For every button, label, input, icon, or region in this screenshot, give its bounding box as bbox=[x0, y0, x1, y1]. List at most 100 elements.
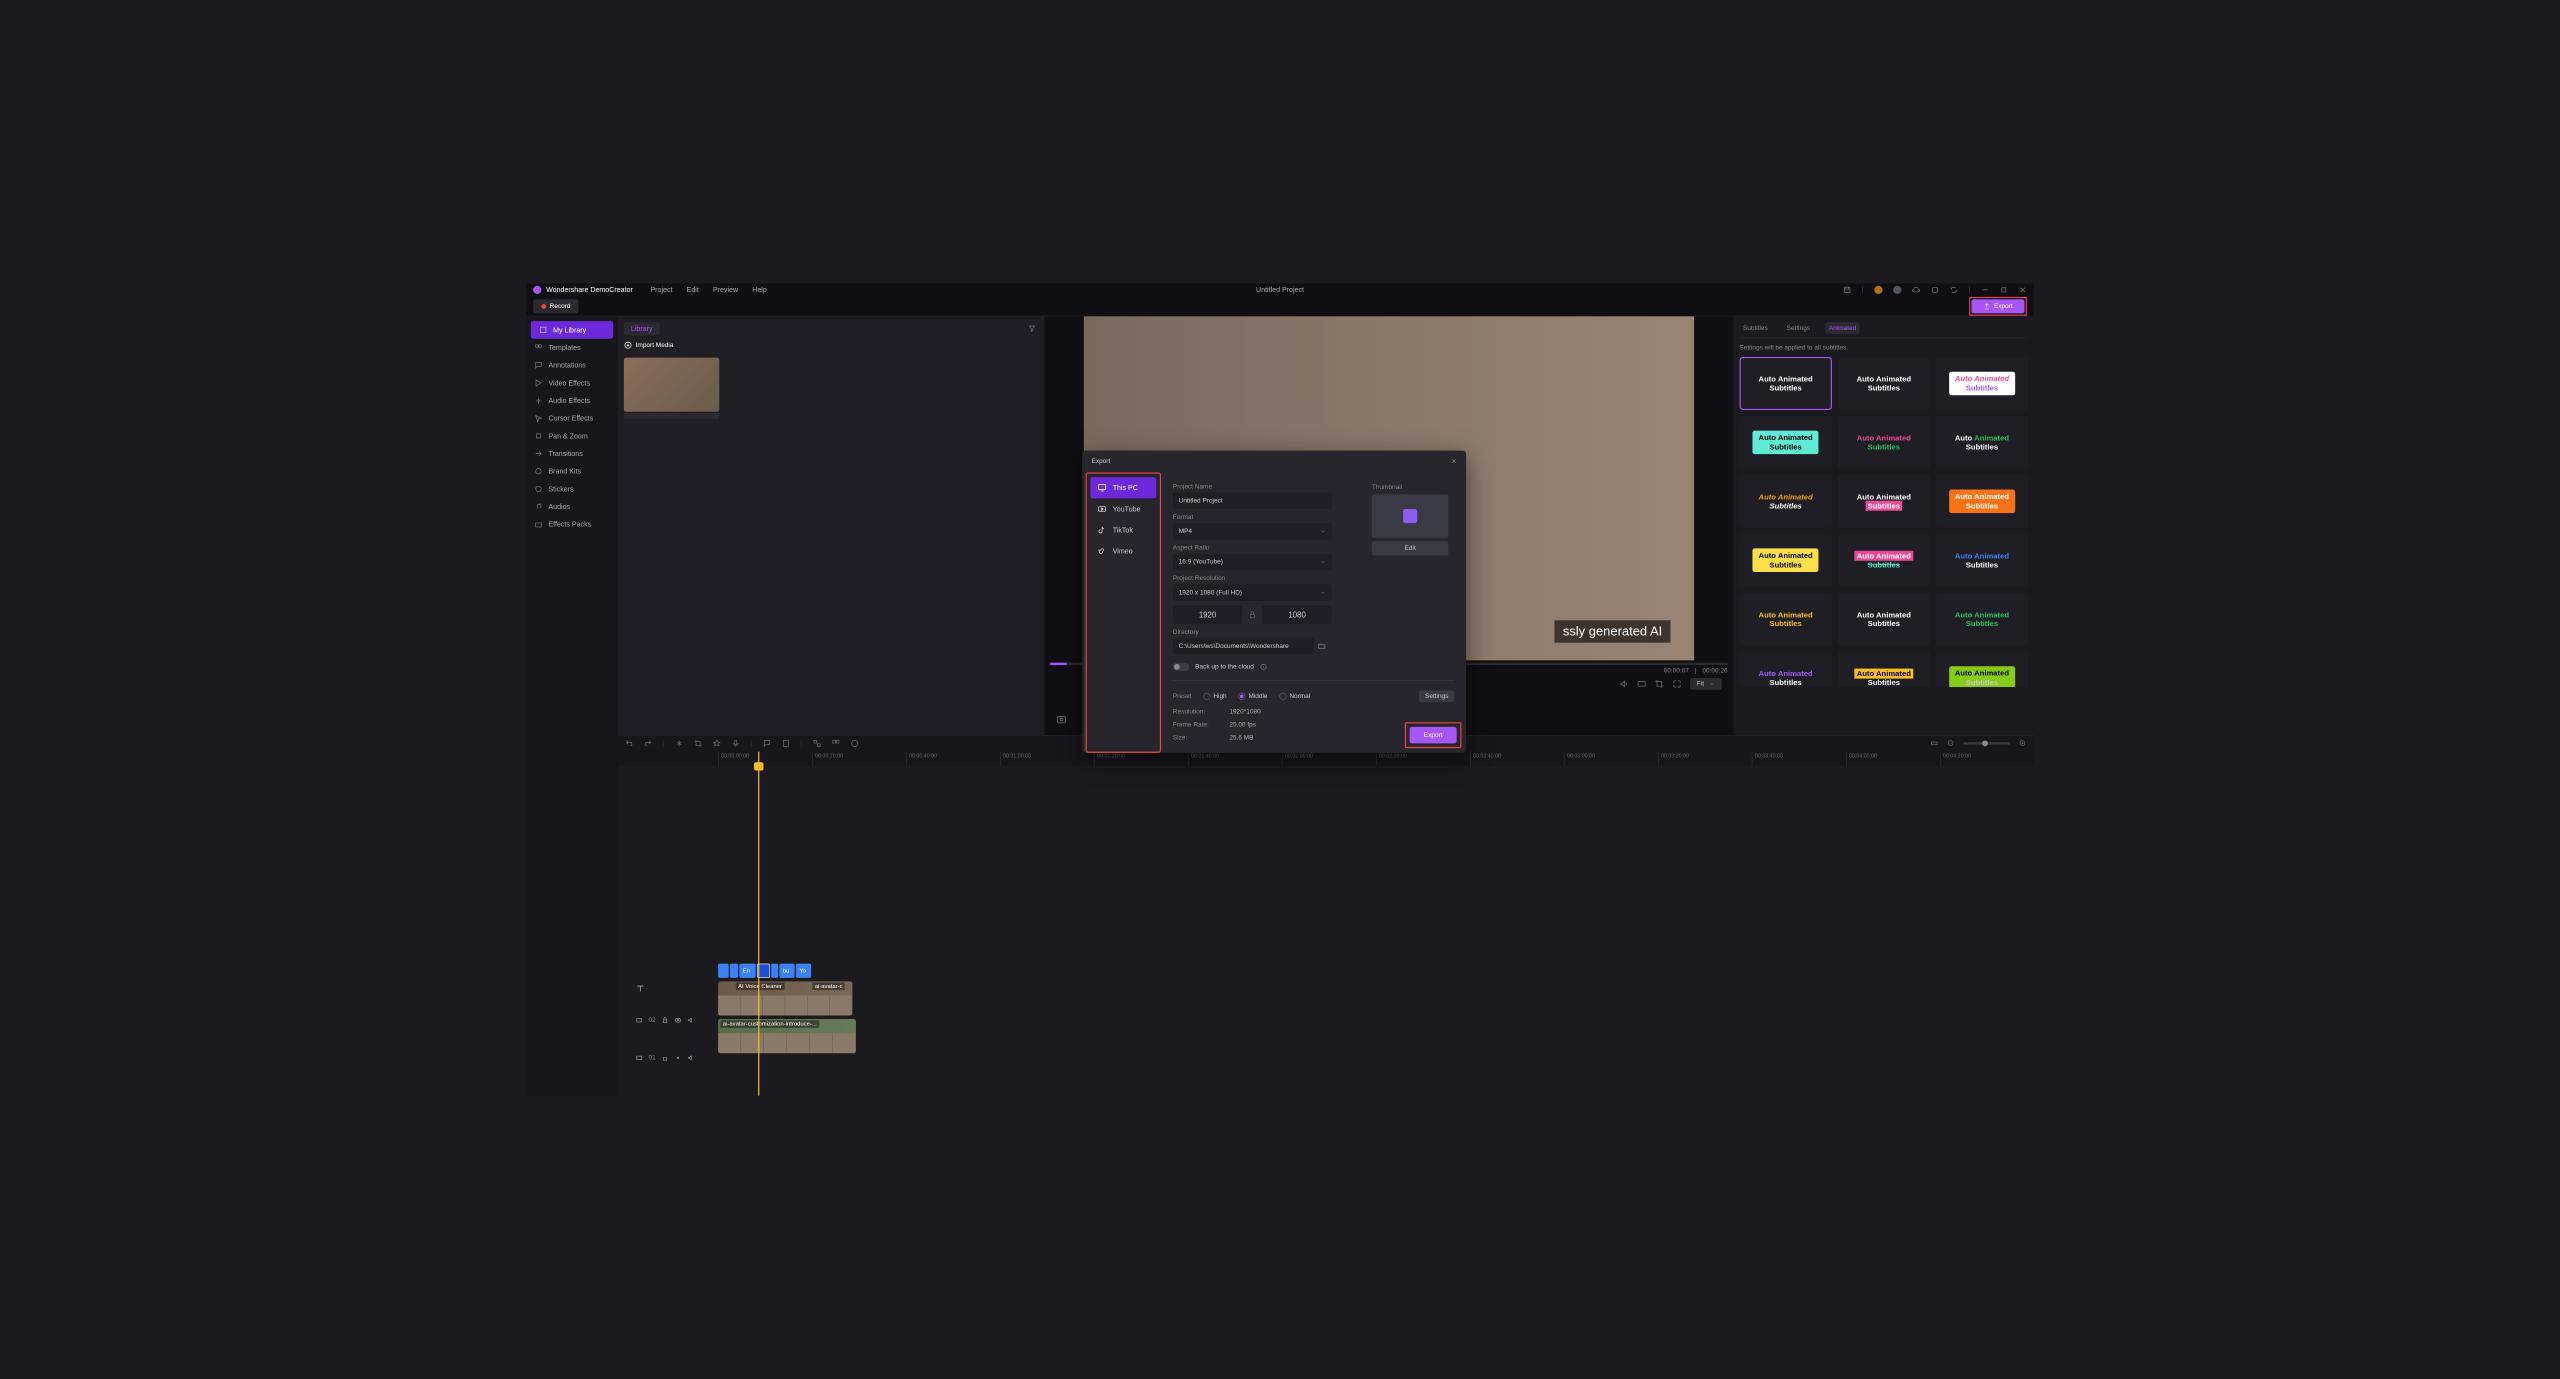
project-name-input[interactable] bbox=[1173, 492, 1332, 508]
style-card[interactable]: Auto AnimatedSubtitles bbox=[1838, 593, 1930, 646]
group-icon[interactable] bbox=[813, 739, 821, 747]
menu-help[interactable]: Help bbox=[752, 286, 767, 294]
format-select[interactable]: MP4 bbox=[1173, 523, 1332, 539]
style-card[interactable]: Auto AnimatedSubtitles bbox=[1936, 593, 2028, 646]
dest-vimeo[interactable]: Vimeo bbox=[1090, 541, 1156, 562]
style-card[interactable]: Auto AnimatedSubtitles bbox=[1739, 475, 1831, 528]
nav-annotations[interactable]: Annotations bbox=[526, 356, 618, 374]
tab-animated[interactable]: Animated bbox=[1825, 322, 1859, 334]
style-card[interactable]: Auto AnimatedSubtitles bbox=[1838, 357, 1930, 410]
undo-icon[interactable] bbox=[625, 739, 633, 747]
redo-icon[interactable] bbox=[644, 739, 652, 747]
text-track-icon[interactable] bbox=[636, 984, 645, 993]
filter-icon[interactable] bbox=[1028, 325, 1036, 333]
save-icon[interactable] bbox=[1843, 286, 1851, 294]
menu-preview[interactable]: Preview bbox=[713, 286, 738, 294]
style-card[interactable]: Auto AnimatedSubtitles bbox=[1936, 475, 2028, 528]
resolution-select[interactable]: 1920 x 1080 (Full HD) bbox=[1173, 584, 1332, 600]
crop-tool-icon[interactable] bbox=[694, 739, 702, 747]
close-icon[interactable] bbox=[2019, 286, 2027, 294]
nav-effects-packs[interactable]: Effects Packs bbox=[526, 515, 618, 533]
preset-high[interactable]: High bbox=[1203, 693, 1226, 700]
import-media-button[interactable]: Import Media bbox=[636, 342, 674, 349]
playhead[interactable] bbox=[758, 752, 759, 1096]
nav-my-library[interactable]: My Library bbox=[531, 321, 613, 339]
style-card[interactable]: Auto AnimatedSubtitles bbox=[1838, 416, 1930, 469]
subtitle-clip[interactable]: bu bbox=[779, 964, 794, 978]
nav-audio-effects[interactable]: Audio Effects bbox=[526, 392, 618, 410]
nav-audios[interactable]: Audios bbox=[526, 498, 618, 516]
preset-middle[interactable]: Middle bbox=[1238, 693, 1267, 700]
screenshot-icon[interactable] bbox=[1056, 714, 1067, 725]
style-card[interactable]: Auto AnimatedSubtitles bbox=[1838, 652, 1930, 687]
style-card[interactable]: Auto AnimatedSubtitles bbox=[1739, 416, 1831, 469]
nav-pan-zoom[interactable]: Pan & Zoom bbox=[526, 427, 618, 445]
nav-brand-kits[interactable]: Brand Kits bbox=[526, 462, 618, 480]
dest-tiktok[interactable]: TikTok bbox=[1090, 520, 1156, 541]
mute-icon[interactable] bbox=[688, 1017, 695, 1024]
style-card[interactable]: Auto AnimatedSubtitles bbox=[1838, 534, 1930, 587]
style-card[interactable]: Auto AnimatedSubtitles bbox=[1739, 593, 1831, 646]
volume-icon[interactable] bbox=[1619, 679, 1628, 688]
style-card[interactable]: Auto AnimatedSubtitles bbox=[1936, 652, 2028, 687]
subtitle-clip[interactable] bbox=[718, 964, 729, 978]
preset-normal[interactable]: Normal bbox=[1279, 693, 1310, 700]
export-confirm-button[interactable]: Export bbox=[1410, 727, 1457, 743]
library-tab[interactable]: Library bbox=[624, 322, 660, 335]
minimize-icon[interactable] bbox=[1981, 286, 1989, 294]
nav-transitions[interactable]: Transitions bbox=[526, 445, 618, 463]
style-card[interactable]: Auto AnimatedSubtitles bbox=[1936, 534, 2028, 587]
mic-icon[interactable] bbox=[732, 739, 740, 747]
aspect-select[interactable]: 16:9 (YouTube) bbox=[1173, 554, 1332, 570]
width-input[interactable] bbox=[1173, 606, 1243, 624]
style-card[interactable]: Auto AnimatedSubtitles bbox=[1936, 416, 2028, 469]
comment-icon[interactable] bbox=[763, 739, 771, 747]
preset-settings-button[interactable]: Settings bbox=[1419, 690, 1454, 702]
cloud-icon[interactable] bbox=[1912, 286, 1920, 294]
eye-icon[interactable] bbox=[675, 1017, 682, 1024]
zoom-in-icon[interactable] bbox=[2019, 739, 2027, 747]
subtitle-clip[interactable] bbox=[771, 964, 778, 978]
fullscreen-icon[interactable] bbox=[1672, 679, 1681, 688]
dest-this-pc[interactable]: This PC bbox=[1090, 477, 1156, 498]
fit-select[interactable]: Fit bbox=[1690, 678, 1722, 690]
directory-input[interactable] bbox=[1173, 638, 1314, 654]
style-card[interactable]: Auto AnimatedSubtitles bbox=[1739, 652, 1831, 687]
record-button[interactable]: Record bbox=[533, 299, 579, 313]
fit-timeline-icon[interactable] bbox=[1930, 739, 1938, 747]
marker-icon[interactable] bbox=[713, 739, 721, 747]
nav-stickers[interactable]: Stickers bbox=[526, 480, 618, 498]
subtitle-clip[interactable] bbox=[730, 964, 738, 978]
height-input[interactable] bbox=[1262, 606, 1332, 624]
zoom-handle[interactable] bbox=[1982, 741, 1988, 747]
zoom-out-icon[interactable] bbox=[1947, 739, 1955, 747]
style-card[interactable]: Auto AnimatedSubtitles bbox=[1739, 534, 1831, 587]
zoom-slider[interactable] bbox=[1963, 742, 2010, 744]
nav-templates[interactable]: Templates bbox=[526, 339, 618, 357]
tab-settings[interactable]: Settings bbox=[1783, 322, 1813, 334]
info-icon[interactable] bbox=[1260, 663, 1267, 670]
video-clip[interactable]: AI Voice Cleaner ai-avatar-c bbox=[718, 981, 852, 1015]
style-card[interactable]: Auto AnimatedSubtitles bbox=[1838, 475, 1930, 528]
lock-icon[interactable] bbox=[662, 1054, 669, 1061]
refresh-icon[interactable] bbox=[1950, 286, 1958, 294]
subtitle-clip[interactable]: Yo bbox=[796, 964, 811, 978]
lock-aspect-icon[interactable] bbox=[1248, 611, 1256, 619]
lock-icon[interactable] bbox=[662, 1017, 669, 1024]
notification-icon[interactable] bbox=[1931, 286, 1939, 294]
mute-icon[interactable] bbox=[688, 1054, 695, 1061]
edit-thumbnail-button[interactable]: Edit bbox=[1372, 541, 1449, 555]
tab-subtitles[interactable]: Subtitles bbox=[1739, 322, 1771, 334]
cart-icon[interactable] bbox=[1874, 286, 1882, 294]
crop-icon[interactable] bbox=[1654, 679, 1663, 688]
note-icon[interactable] bbox=[782, 739, 790, 747]
caption-icon[interactable] bbox=[1637, 679, 1646, 688]
nav-cursor-effects[interactable]: Cursor Effects bbox=[526, 409, 618, 427]
dialog-close-icon[interactable]: ✕ bbox=[1451, 458, 1456, 466]
menu-project[interactable]: Project bbox=[650, 286, 672, 294]
media-thumbnail[interactable] bbox=[624, 358, 719, 412]
subtitle-clip[interactable]: En bbox=[739, 964, 755, 978]
timeline-ruler[interactable]: 00:00:00:00 00:00:20:00 00:00:40:00 00:0… bbox=[618, 752, 2034, 766]
split-icon[interactable] bbox=[675, 739, 683, 747]
style-card[interactable]: Auto AnimatedSubtitles bbox=[1739, 357, 1831, 410]
